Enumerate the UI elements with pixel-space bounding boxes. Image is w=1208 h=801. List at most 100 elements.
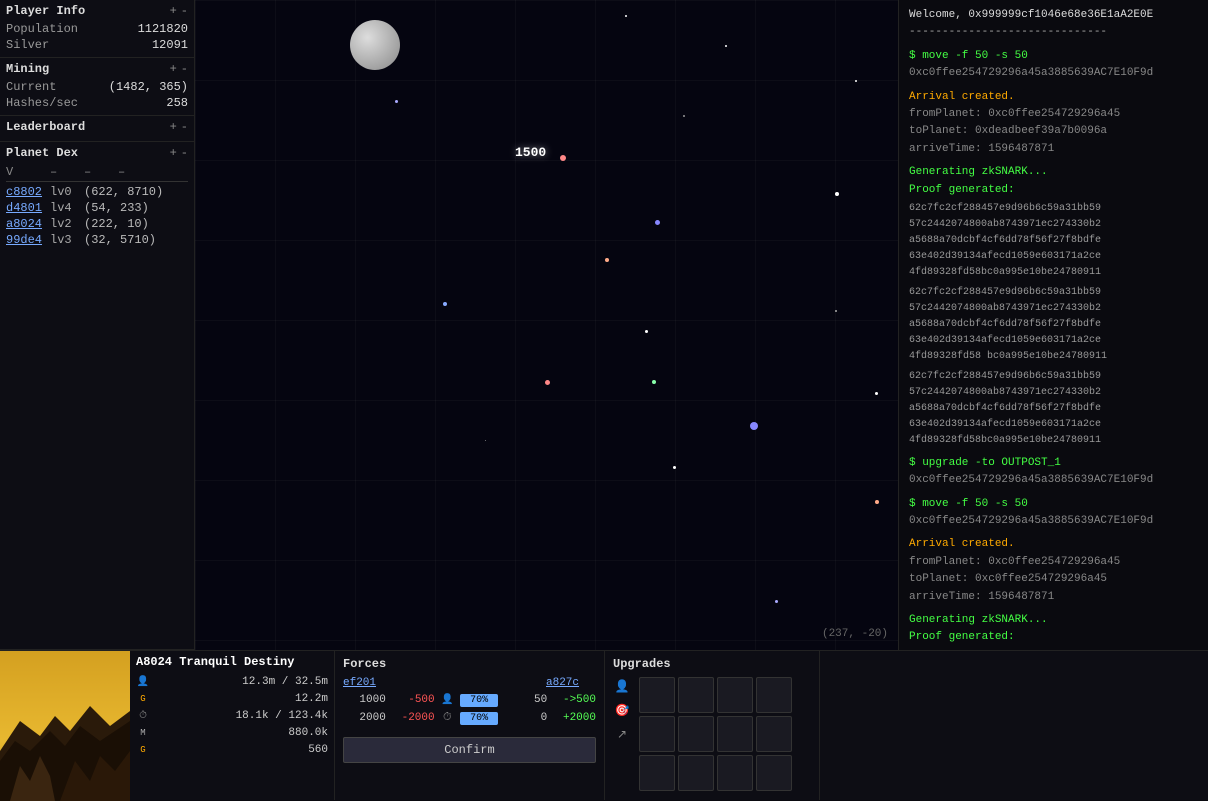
planet-row-id[interactable]: d4801 xyxy=(6,201,46,215)
planet-dot-2[interactable] xyxy=(655,220,660,225)
console-separator: ------------------------------ xyxy=(909,25,1198,40)
planet-dot-5[interactable] xyxy=(443,302,447,306)
forces-to-id[interactable]: a827c xyxy=(546,677,596,689)
forces-bar2[interactable]: 70% xyxy=(460,712,498,725)
planet-dot-9[interactable] xyxy=(750,422,758,430)
planet-row-coords: (32, 5710) xyxy=(84,233,156,247)
filter-d3[interactable]: – xyxy=(118,165,125,179)
coord-label: (237, -20) xyxy=(822,628,888,640)
planet-dot-1[interactable] xyxy=(560,155,566,161)
leaderboard-plus[interactable]: + xyxy=(170,120,177,134)
population-label: Population xyxy=(6,22,78,36)
upgrades-cells-grid xyxy=(639,677,792,791)
filter-d2[interactable]: – xyxy=(84,165,114,179)
upgrade-cell-10[interactable] xyxy=(678,755,714,791)
planet-row-level: lv2 xyxy=(50,217,80,231)
console-zk2-block: Generating zkSNARK... Proof generated: 6… xyxy=(909,613,1198,650)
console-hash1-5: 4fd89328fd58bc0a995e10be24780911 xyxy=(909,266,1198,280)
upgrade-cell-11[interactable] xyxy=(717,755,753,791)
planet-row[interactable]: c8802 lv0 (622, 8710) xyxy=(6,184,188,200)
forces-bar1[interactable]: 70% xyxy=(460,694,498,707)
population-row: Population 1121820 xyxy=(6,21,188,37)
planet-row-id[interactable]: 99de4 xyxy=(6,233,46,247)
planet-row-id[interactable]: a8024 xyxy=(6,217,46,231)
forces-from-id[interactable]: ef201 xyxy=(343,677,393,689)
planet-title: A8024 Tranquil Destiny xyxy=(136,655,328,669)
bottom-panel: A8024 Tranquil Destiny 👤 12.3m / 32.5m G… xyxy=(0,650,1208,800)
upgrade-icon-person: 👤 xyxy=(613,677,631,695)
large-planet[interactable] xyxy=(350,20,400,70)
planet-row-coords: (622, 8710) xyxy=(84,185,163,199)
planet-row[interactable]: d4801 lv4 (54, 233) xyxy=(6,200,188,216)
star-6 xyxy=(485,440,486,441)
map-area[interactable]: 1500 xyxy=(195,0,898,650)
planet-dot-15[interactable] xyxy=(775,600,778,603)
g1-value: 12.2m xyxy=(295,693,328,705)
planet-dot-12[interactable] xyxy=(875,500,879,504)
upgrade-cell-3[interactable] xyxy=(717,677,753,713)
stat-row-g2: G 560 xyxy=(136,743,328,757)
console-hash2-4: 63e402d39134afecd1059e603171a2ce xyxy=(909,334,1198,348)
silver-row: Silver 12091 xyxy=(6,37,188,53)
console: Welcome, 0x999999cf1046e68e36E1aA2E0E --… xyxy=(898,0,1208,650)
upgrade-cell-7[interactable] xyxy=(717,716,753,752)
forces-delta3: -2000 xyxy=(392,712,435,724)
console-arrival2-from: fromPlanet: 0xc0ffee254729296a45 xyxy=(909,555,1198,570)
main-area: Player Info + - Population 1121820 Silve… xyxy=(0,0,1208,650)
star-3 xyxy=(395,100,398,103)
m-icon: M xyxy=(136,726,150,740)
planet-dot-4[interactable] xyxy=(605,258,609,262)
stat-row-energy: ⏱ 18.1k / 123.4k xyxy=(136,709,328,723)
mining-header: Mining + - xyxy=(6,62,188,76)
stat-row-m: M 880.0k xyxy=(136,726,328,740)
sidebar: Player Info + - Population 1121820 Silve… xyxy=(0,0,195,650)
mining-title: Mining xyxy=(6,62,49,76)
player-info-minus[interactable]: - xyxy=(181,4,188,18)
leaderboard-title: Leaderboard xyxy=(6,120,85,134)
confirm-button[interactable]: Confirm xyxy=(343,737,596,763)
planet-dot-6[interactable] xyxy=(645,330,648,333)
console-hash3-4: 63e402d39134afecd1059e603171a2ce xyxy=(909,418,1198,432)
planet-row[interactable]: a8024 lv2 (222, 10) xyxy=(6,216,188,232)
filter-v[interactable]: V xyxy=(6,165,46,179)
console-hash2-3: a5688a70dcbf4cf6dd78f56f27f8bdfe xyxy=(909,318,1198,332)
mining-minus[interactable]: - xyxy=(181,62,188,76)
console-hash3-2: 57c2442074800ab8743971ec274330b2 xyxy=(909,386,1198,400)
upgrade-cell-12[interactable] xyxy=(756,755,792,791)
mining-section: Mining + - Current (1482, 365) Hashes/se… xyxy=(0,58,194,116)
planet-table-header: V – – – xyxy=(6,163,188,182)
upgrade-cell-4[interactable] xyxy=(756,677,792,713)
console-arrival2-to: toPlanet: 0xc0ffee254729296a45 xyxy=(909,572,1198,587)
upgrade-cell-9[interactable] xyxy=(639,755,675,791)
planet-row-id[interactable]: c8802 xyxy=(6,185,46,199)
planet-dot-10[interactable] xyxy=(875,392,878,395)
upgrade-cell-8[interactable] xyxy=(756,716,792,752)
console-arrival2-time: arriveTime: 1596487871 xyxy=(909,590,1198,605)
planet-thumbnail xyxy=(0,651,130,801)
map-label-1500: 1500 xyxy=(515,145,546,160)
console-hash2-1: 62c7fc2cf288457e9d96b6c59a31bb59 xyxy=(909,286,1198,300)
leaderboard-minus[interactable]: - xyxy=(181,120,188,134)
planet-dex-minus[interactable]: - xyxy=(181,146,188,160)
upgrade-cell-1[interactable] xyxy=(639,677,675,713)
upgrade-cell-6[interactable] xyxy=(678,716,714,752)
upgrade-cell-5[interactable] xyxy=(639,716,675,752)
console-arrival1-block: Arrival created. fromPlanet: 0xc0ffee254… xyxy=(909,90,1198,158)
player-info-plus[interactable]: + xyxy=(170,4,177,18)
filter-d1[interactable]: – xyxy=(50,165,80,179)
planet-dot-11[interactable] xyxy=(673,466,676,469)
planet-dot-8[interactable] xyxy=(652,380,656,384)
mining-plus[interactable]: + xyxy=(170,62,177,76)
planet-row-level: lv4 xyxy=(50,201,80,215)
planet-dex-header: Planet Dex + - xyxy=(6,146,188,160)
planet-dex-plus[interactable]: + xyxy=(170,146,177,160)
console-addr-upgrade: 0xc0ffee254729296a45a3885639AC7E10F9d xyxy=(909,473,1198,488)
planet-dot-7[interactable] xyxy=(545,380,550,385)
upgrade-cell-2[interactable] xyxy=(678,677,714,713)
planet-row[interactable]: 99de4 lv3 (32, 5710) xyxy=(6,232,188,248)
planet-dot-3[interactable] xyxy=(835,192,839,196)
console-move2-block: $ move -f 50 -s 50 0xc0ffee254729296a45a… xyxy=(909,497,1198,530)
console-hash3-3: a5688a70dcbf4cf6dd78f56f27f8bdfe xyxy=(909,402,1198,416)
current-label: Current xyxy=(6,80,56,94)
console-cmd1: $ move -f 50 -s 50 xyxy=(909,49,1198,64)
